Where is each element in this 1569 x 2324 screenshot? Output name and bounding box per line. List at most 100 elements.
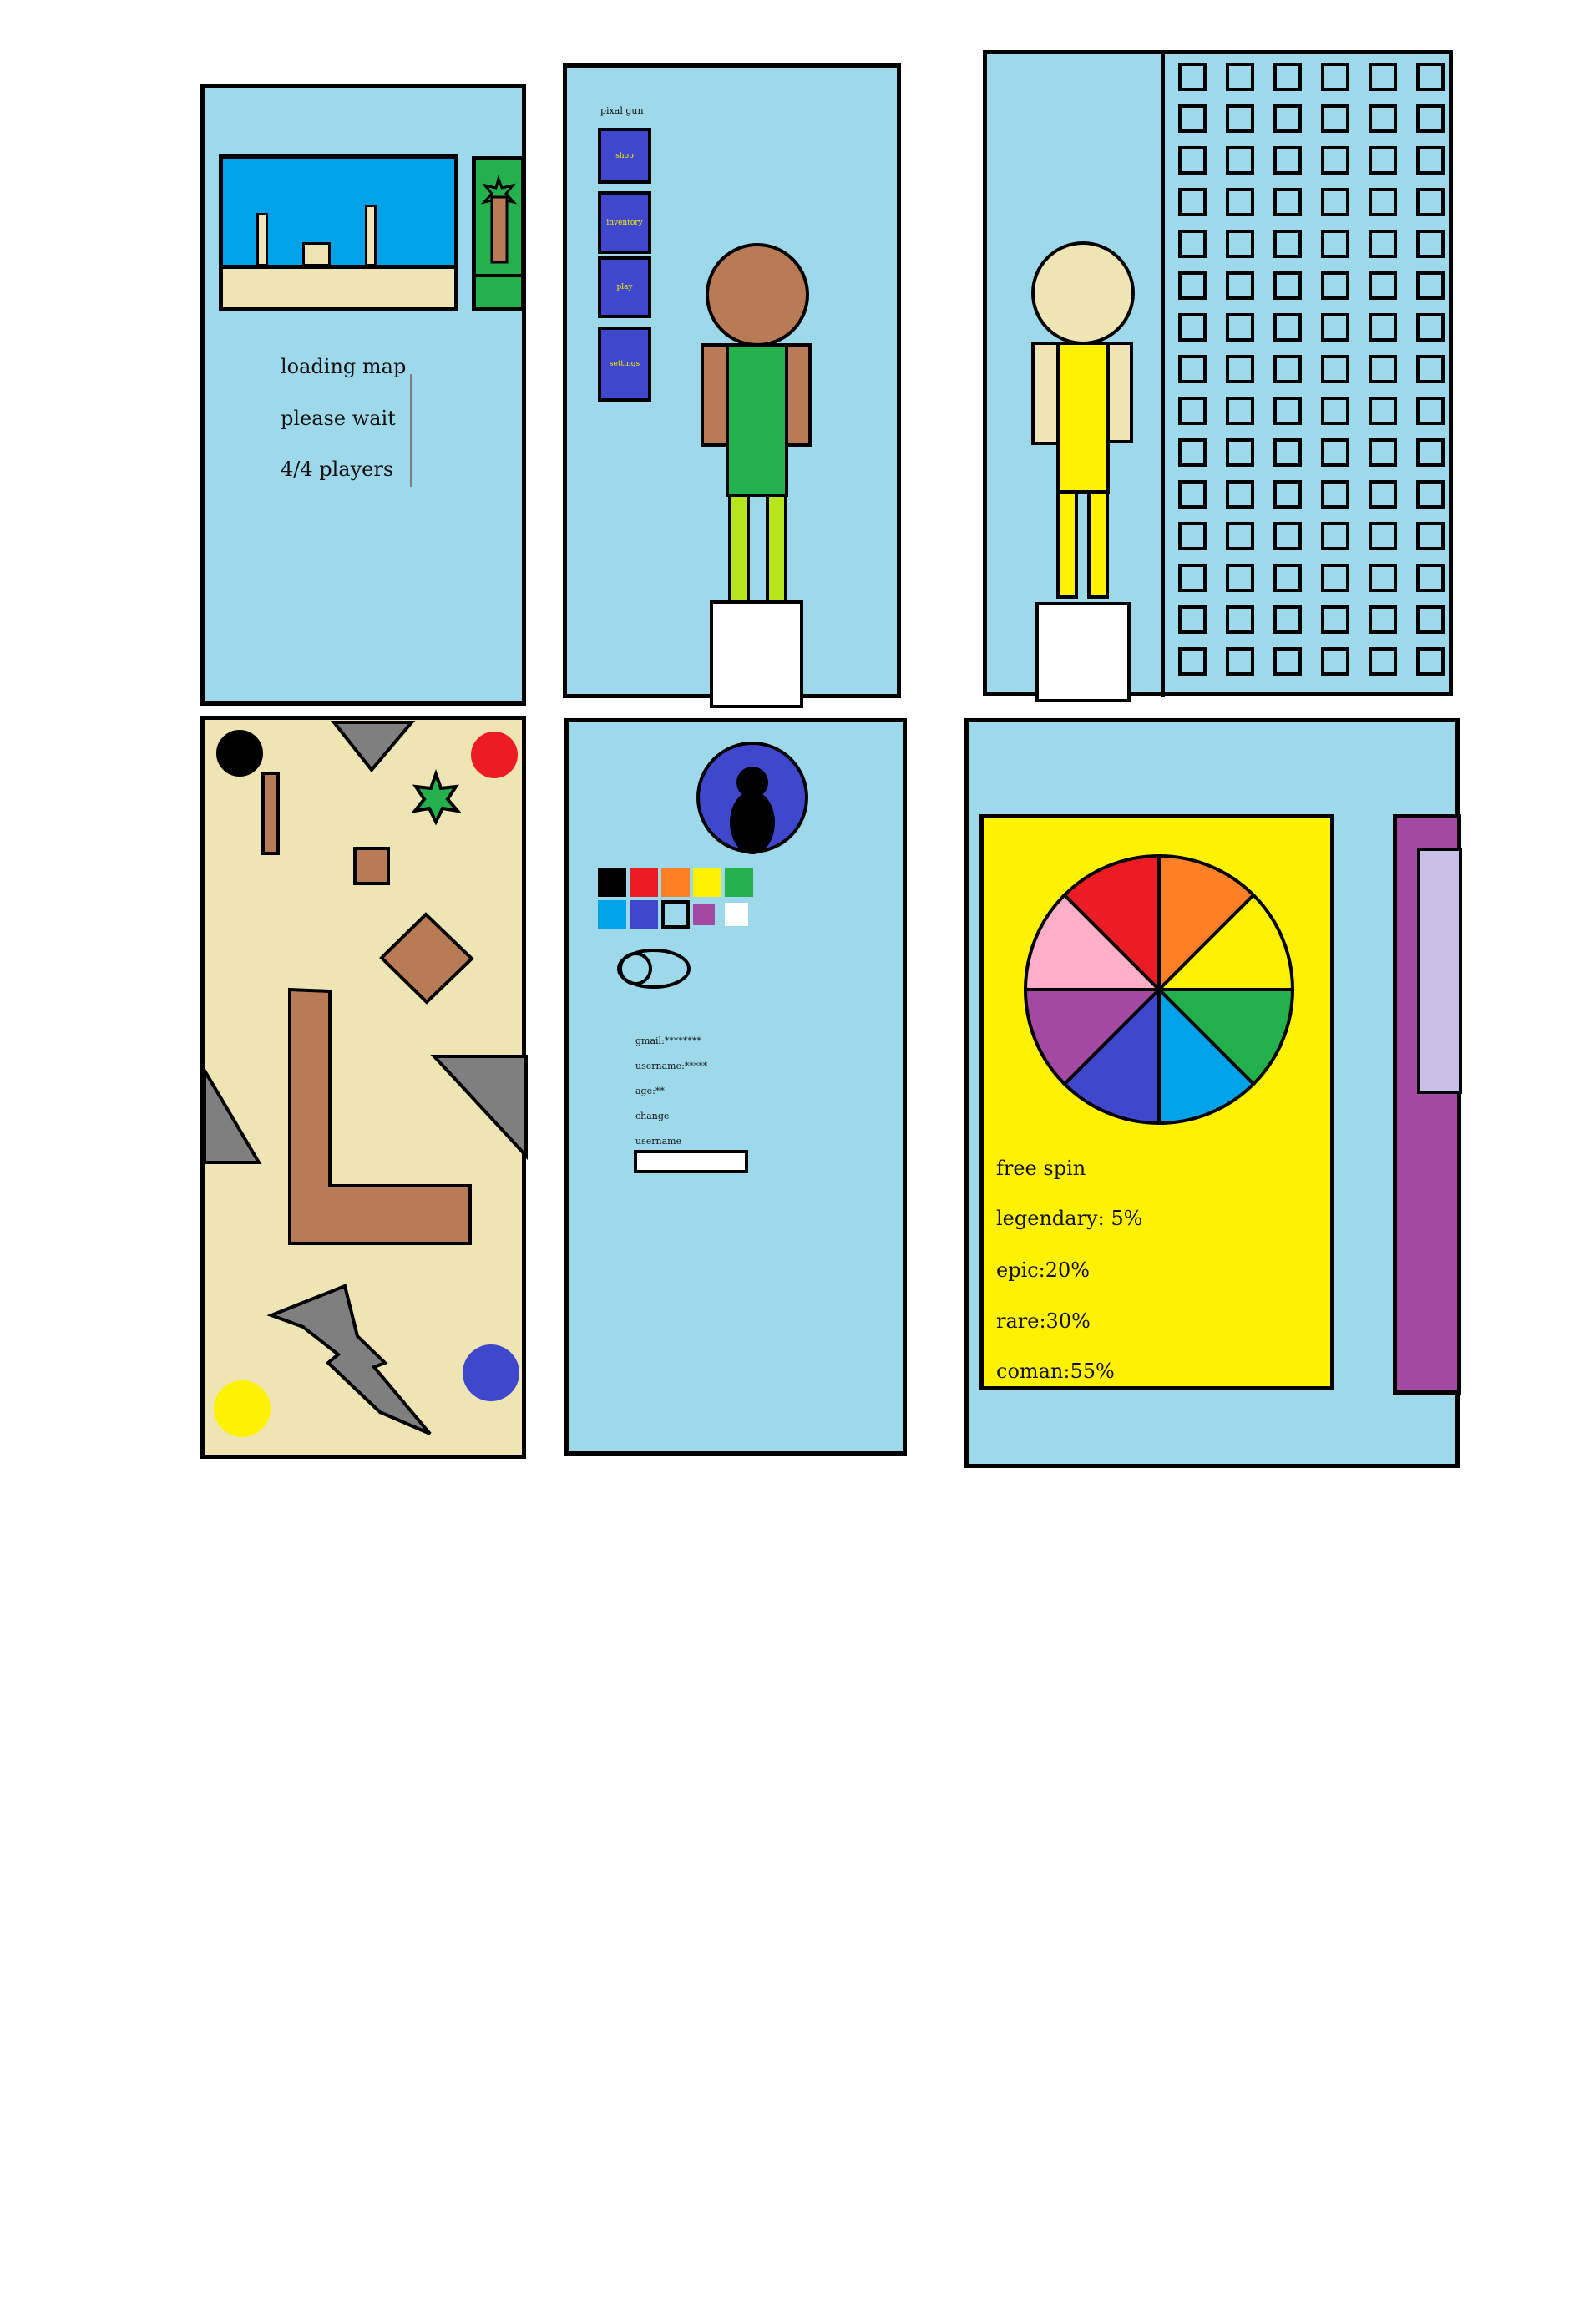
skin-slot[interactable] <box>1178 647 1207 676</box>
skin-slot[interactable] <box>1273 230 1302 258</box>
skin-slot[interactable] <box>1416 230 1445 258</box>
skin-slot[interactable] <box>1416 188 1445 216</box>
skin-slot[interactable] <box>1369 564 1397 592</box>
skin-slot[interactable] <box>1273 188 1302 216</box>
skin-slot[interactable] <box>1321 188 1349 216</box>
skin-slot[interactable] <box>1369 188 1397 216</box>
skin-slot[interactable] <box>1226 104 1254 133</box>
skin-slot[interactable] <box>1321 647 1349 676</box>
skin-slot[interactable] <box>1226 522 1254 550</box>
skin-slot[interactable] <box>1226 63 1254 91</box>
color-swatch[interactable] <box>661 900 690 929</box>
skin-slot[interactable] <box>1226 146 1254 175</box>
skin-slot[interactable] <box>1226 313 1254 342</box>
side-scrollbar-thumb[interactable] <box>1417 848 1462 1094</box>
skin-slot[interactable] <box>1273 480 1302 509</box>
skin-slot[interactable] <box>1178 104 1207 133</box>
skin-slot[interactable] <box>1273 564 1302 592</box>
skin-slot[interactable] <box>1321 480 1349 509</box>
skin-slot[interactable] <box>1178 188 1207 216</box>
skin-slot[interactable] <box>1321 146 1349 175</box>
skin-slot[interactable] <box>1178 146 1207 175</box>
skin-slot[interactable] <box>1321 355 1349 383</box>
color-swatch[interactable] <box>661 868 690 897</box>
skin-slot[interactable] <box>1321 271 1349 300</box>
skin-slot[interactable] <box>1273 104 1302 133</box>
skin-slot[interactable] <box>1369 480 1397 509</box>
skin-slot[interactable] <box>1416 522 1445 550</box>
skin-slot[interactable] <box>1273 146 1302 175</box>
color-swatch[interactable] <box>630 868 658 897</box>
skin-slot[interactable] <box>1416 313 1445 342</box>
skin-slot[interactable] <box>1369 104 1397 133</box>
skin-slot[interactable] <box>1416 63 1445 91</box>
skin-slot[interactable] <box>1178 605 1207 634</box>
color-swatch[interactable] <box>630 900 658 929</box>
color-swatch[interactable] <box>598 900 626 929</box>
skin-slot[interactable] <box>1226 438 1254 467</box>
skin-slot[interactable] <box>1369 397 1397 425</box>
skin-slot[interactable] <box>1321 63 1349 91</box>
skin-slot[interactable] <box>1226 397 1254 425</box>
color-swatch[interactable] <box>693 904 715 925</box>
skin-slot[interactable] <box>1226 355 1254 383</box>
skin-slot[interactable] <box>1178 480 1207 509</box>
skin-slot[interactable] <box>1369 355 1397 383</box>
skin-slot[interactable] <box>1226 188 1254 216</box>
free-spin-label[interactable]: free spin <box>996 1157 1086 1180</box>
color-swatch[interactable] <box>725 868 753 897</box>
skin-slot[interactable] <box>1416 438 1445 467</box>
skin-slot[interactable] <box>1178 230 1207 258</box>
skin-slot[interactable] <box>1321 605 1349 634</box>
skin-slot[interactable] <box>1273 522 1302 550</box>
username-input[interactable] <box>634 1150 748 1173</box>
skin-slot[interactable] <box>1226 271 1254 300</box>
skin-slot[interactable] <box>1369 146 1397 175</box>
skin-slot[interactable] <box>1178 522 1207 550</box>
skin-slot[interactable] <box>1321 564 1349 592</box>
skin-slot[interactable] <box>1226 564 1254 592</box>
skin-slot[interactable] <box>1178 313 1207 342</box>
skin-slot[interactable] <box>1273 605 1302 634</box>
skin-slot[interactable] <box>1369 438 1397 467</box>
skin-slot[interactable] <box>1226 647 1254 676</box>
skin-slot[interactable] <box>1321 438 1349 467</box>
skin-slot[interactable] <box>1416 480 1445 509</box>
skin-slot[interactable] <box>1416 647 1445 676</box>
skin-slot[interactable] <box>1178 438 1207 467</box>
color-swatch[interactable] <box>598 868 626 897</box>
profile-avatar-icon[interactable] <box>694 742 811 860</box>
skin-slot[interactable] <box>1369 522 1397 550</box>
skin-slot[interactable] <box>1416 104 1445 133</box>
skin-slot[interactable] <box>1321 522 1349 550</box>
skin-slot[interactable] <box>1226 230 1254 258</box>
skin-slot[interactable] <box>1369 271 1397 300</box>
color-swatch[interactable] <box>725 903 748 926</box>
skin-slot[interactable] <box>1416 564 1445 592</box>
skin-slot[interactable] <box>1416 146 1445 175</box>
skin-slot[interactable] <box>1226 480 1254 509</box>
skin-slot[interactable] <box>1369 313 1397 342</box>
skin-slot[interactable] <box>1178 271 1207 300</box>
skin-slot[interactable] <box>1273 397 1302 425</box>
skin-slot[interactable] <box>1226 605 1254 634</box>
skin-slot[interactable] <box>1321 397 1349 425</box>
skin-slot[interactable] <box>1178 397 1207 425</box>
skin-slot[interactable] <box>1178 355 1207 383</box>
skin-slot[interactable] <box>1369 605 1397 634</box>
skin-slot[interactable] <box>1369 647 1397 676</box>
skin-slot[interactable] <box>1273 313 1302 342</box>
skin-slot[interactable] <box>1178 564 1207 592</box>
toggle-switch[interactable] <box>616 949 700 992</box>
skin-slot[interactable] <box>1273 271 1302 300</box>
skin-slot[interactable] <box>1369 63 1397 91</box>
skin-slot[interactable] <box>1178 63 1207 91</box>
prize-wheel[interactable] <box>1021 852 1297 1127</box>
map-icon-card[interactable] <box>472 156 526 311</box>
skin-slot[interactable] <box>1416 271 1445 300</box>
skin-slot[interactable] <box>1416 355 1445 383</box>
color-swatch[interactable] <box>693 868 721 897</box>
skin-slot[interactable] <box>1321 104 1349 133</box>
skin-slot[interactable] <box>1369 230 1397 258</box>
skin-slot[interactable] <box>1273 438 1302 467</box>
